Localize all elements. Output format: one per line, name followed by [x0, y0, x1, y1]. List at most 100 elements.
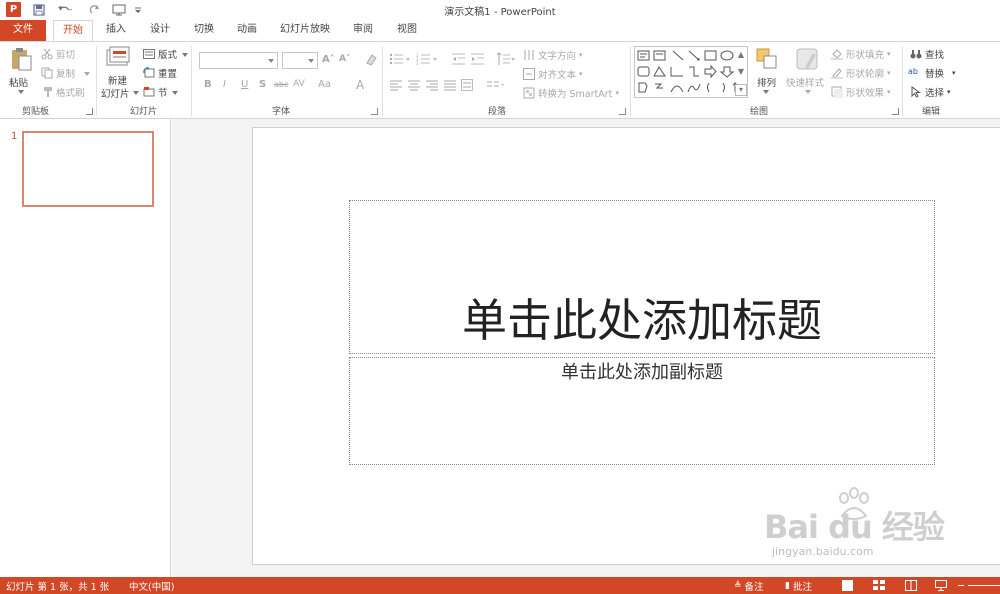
format-painter-icon	[41, 86, 53, 98]
normal-view-icon[interactable]	[842, 580, 853, 591]
distributed-icon[interactable]	[461, 79, 473, 94]
paste-dropdown-icon[interactable]	[18, 90, 24, 94]
section-button[interactable]: 节	[143, 85, 168, 99]
shapes-gallery[interactable]	[634, 46, 748, 98]
copy-button[interactable]: 复制	[41, 66, 75, 80]
quick-styles-dropdown-icon[interactable]	[805, 90, 811, 94]
clipboard-launcher-icon[interactable]	[86, 108, 93, 115]
convert-smartart-label: 转换为 SmartArt	[538, 89, 613, 100]
gallery-scroll-down-icon[interactable]: ▼	[735, 67, 747, 79]
layout-dropdown-icon[interactable]	[182, 53, 188, 57]
notes-icon: ≜	[734, 581, 742, 591]
subtitle-placeholder-text[interactable]: 单击此处添加副标题	[350, 358, 934, 384]
underline-button[interactable]: U	[241, 79, 248, 90]
grow-font-button[interactable]: A˄	[322, 54, 335, 65]
convert-smartart-button[interactable]: 转换为 SmartArt ▾	[523, 86, 619, 100]
zoom-out-icon[interactable]	[958, 585, 964, 586]
notes-button[interactable]: ≜ 备注	[734, 579, 764, 593]
new-slide-label-1[interactable]: 新建	[108, 73, 127, 87]
align-center-icon[interactable]	[408, 80, 420, 94]
paste-label[interactable]: 粘贴	[9, 75, 28, 89]
gallery-scroll-up-icon[interactable]: ▲	[735, 50, 747, 62]
slide-thumbnail[interactable]	[22, 131, 154, 207]
tab-insert[interactable]: 插入	[96, 20, 136, 41]
zoom-slider[interactable]	[968, 585, 1000, 586]
gallery-more-icon[interactable]: ▾	[735, 84, 747, 96]
title-placeholder-text[interactable]: 单击此处添加标题	[350, 284, 934, 349]
shape-outline-button[interactable]: 形状轮廓 ▾	[831, 66, 891, 80]
format-painter-button[interactable]: 格式刷	[41, 85, 85, 99]
new-slide-dropdown-icon[interactable]	[133, 91, 139, 95]
font-color-button[interactable]: A	[356, 78, 364, 92]
font-size-dropdown[interactable]	[282, 52, 318, 69]
tab-view[interactable]: 视图	[387, 20, 427, 41]
group-divider	[630, 46, 631, 116]
reset-button[interactable]: 重置	[143, 66, 177, 80]
tab-file[interactable]: 文件	[0, 20, 46, 41]
strikethrough-button[interactable]: abc	[274, 80, 288, 89]
character-spacing-button[interactable]: AV	[293, 79, 305, 89]
bullets-icon[interactable]	[389, 53, 411, 68]
shrink-font-button[interactable]: A˅	[339, 54, 350, 64]
align-right-icon[interactable]	[426, 80, 438, 94]
drawing-launcher-icon[interactable]	[892, 108, 899, 115]
tab-transitions[interactable]: 切换	[184, 20, 224, 41]
arrange-button[interactable]	[755, 47, 779, 71]
section-dropdown-icon[interactable]	[172, 91, 178, 95]
bold-button[interactable]: B	[204, 79, 212, 90]
shape-fill-button[interactable]: 形状填充 ▾	[831, 47, 891, 61]
chevron-down-icon: ▾	[887, 69, 891, 77]
baidu-watermark: Bai du 经验 jingyan.baidu.com	[764, 486, 974, 566]
quick-styles-button[interactable]	[795, 47, 821, 73]
title-placeholder[interactable]: 单击此处添加标题	[349, 200, 935, 354]
subtitle-placeholder[interactable]: 单击此处添加副标题	[349, 357, 935, 465]
numbering-icon[interactable]: 123	[416, 53, 438, 68]
slide-sorter-view-icon[interactable]	[873, 580, 885, 591]
find-button[interactable]: 查找	[910, 47, 944, 61]
replace-button[interactable]: ab 替换 ▾	[908, 66, 956, 80]
copy-dropdown-icon[interactable]	[84, 72, 90, 76]
select-button[interactable]: 选择 ▾	[910, 85, 951, 99]
text-direction-button[interactable]: 文字方向 ▾	[523, 48, 583, 62]
new-slide-label-2[interactable]: 幻灯片	[101, 86, 130, 100]
text-direction-label: 文字方向	[538, 51, 577, 62]
comments-button[interactable]: ▮ 批注	[785, 579, 812, 593]
arrange-label[interactable]: 排列	[757, 75, 776, 89]
justify-icon[interactable]	[444, 80, 456, 94]
font-name-dropdown[interactable]	[199, 52, 278, 69]
chevron-down-icon	[308, 59, 314, 63]
shape-effects-button[interactable]: 形状效果 ▾	[831, 85, 891, 99]
tab-animations[interactable]: 动画	[227, 20, 267, 41]
line-spacing-icon[interactable]	[496, 52, 516, 69]
layout-button[interactable]: 版式	[143, 47, 177, 61]
layout-icon	[143, 48, 155, 60]
paste-button[interactable]	[8, 46, 34, 72]
shape-fill-label: 形状填充	[846, 50, 885, 61]
decrease-indent-icon[interactable]	[452, 53, 466, 68]
tab-design[interactable]: 设计	[140, 20, 180, 41]
cut-button[interactable]: 剪切	[41, 47, 75, 61]
new-slide-icon	[106, 46, 130, 66]
paragraph-launcher-icon[interactable]	[619, 108, 626, 115]
slide-count-status[interactable]: 幻灯片 第 1 张，共 1 张	[6, 579, 109, 593]
change-case-button[interactable]: Aa	[318, 79, 331, 90]
notes-label: 备注	[744, 582, 764, 593]
clear-formatting-icon[interactable]	[364, 53, 378, 70]
align-left-icon[interactable]	[390, 80, 402, 94]
quick-styles-label[interactable]: 快速样式	[786, 75, 824, 89]
pencil-icon	[831, 67, 843, 79]
language-status[interactable]: 中文(中国)	[129, 579, 174, 593]
reading-view-icon[interactable]	[905, 580, 917, 591]
text-shadow-button[interactable]: S	[259, 79, 266, 90]
italic-button[interactable]: I	[223, 79, 226, 90]
columns-icon[interactable]	[487, 80, 505, 94]
increase-indent-icon[interactable]	[471, 53, 485, 68]
align-text-button[interactable]: 对齐文本 ▾	[523, 67, 583, 81]
new-slide-button[interactable]	[106, 46, 130, 68]
slide-show-view-icon[interactable]	[935, 580, 947, 591]
font-launcher-icon[interactable]	[371, 108, 378, 115]
tab-review[interactable]: 审阅	[343, 20, 383, 41]
tab-home[interactable]: 开始	[53, 20, 93, 42]
arrange-dropdown-icon[interactable]	[763, 90, 769, 94]
tab-slide-show[interactable]: 幻灯片放映	[274, 20, 336, 41]
